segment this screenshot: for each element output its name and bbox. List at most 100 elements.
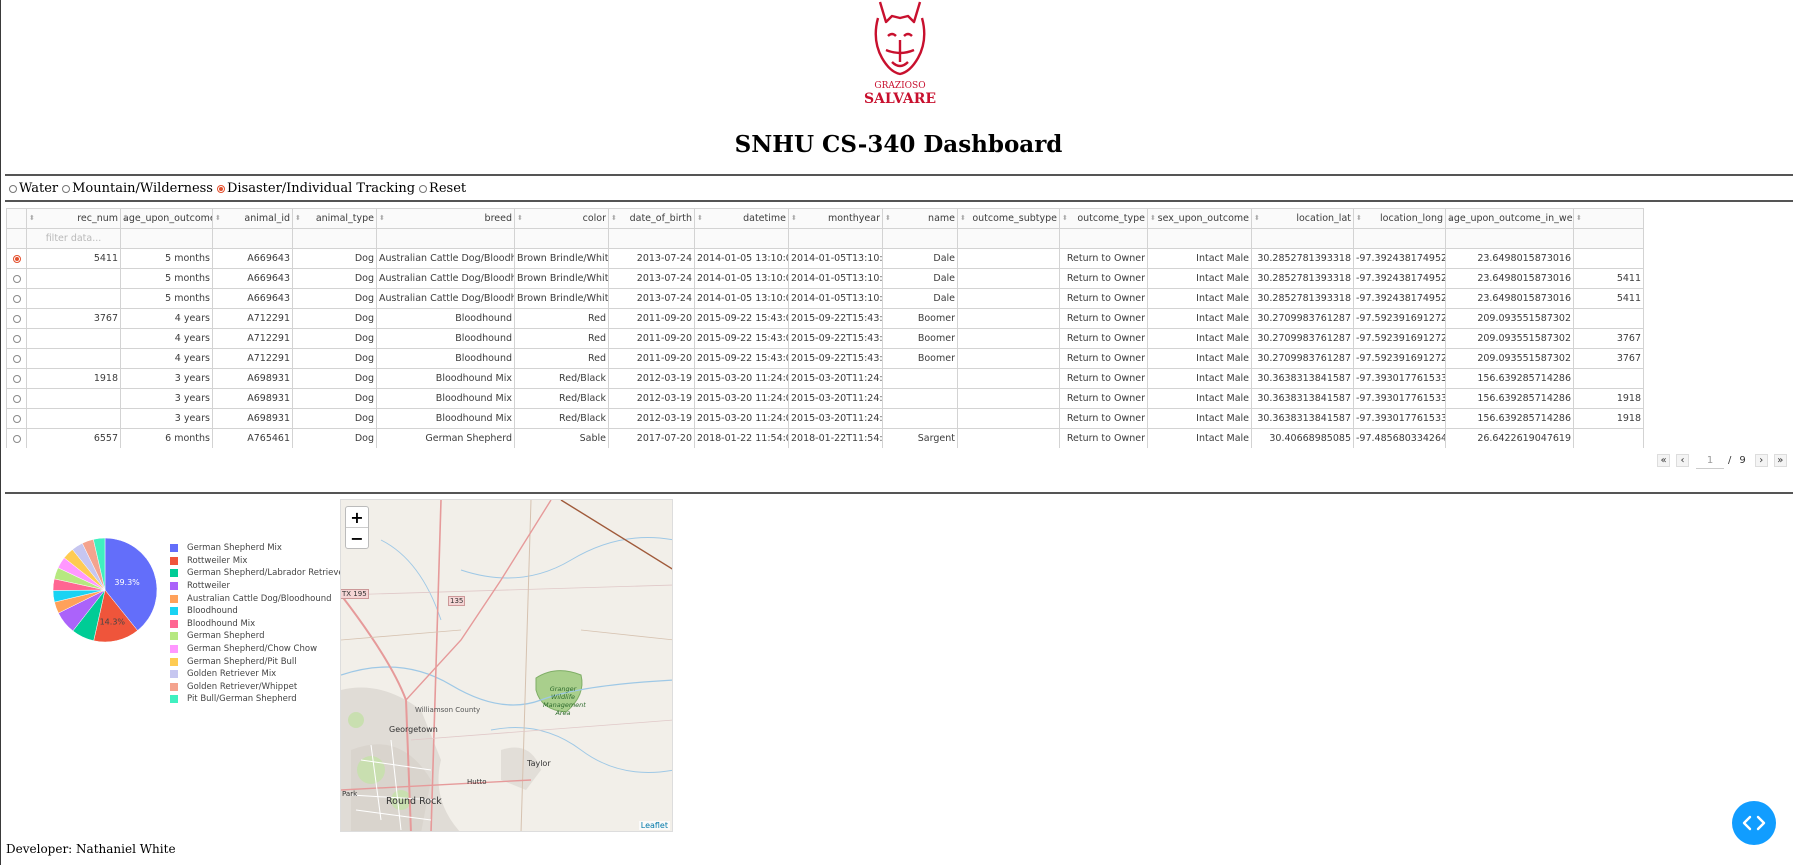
zoom-in-button[interactable]: + [346, 507, 368, 528]
table-cell[interactable]: Dog [292, 348, 377, 369]
column-header[interactable]: ⬍ location_long [1353, 208, 1446, 229]
table-cell[interactable]: Return to Owner [1059, 288, 1148, 309]
table-cell[interactable]: Dog [292, 248, 377, 269]
column-header[interactable]: ⬍ animal_id [212, 208, 293, 229]
filter-option-3[interactable]: Reset [419, 181, 466, 196]
table-cell[interactable]: 2015-09-22 15:43:00 [694, 308, 789, 329]
table-cell[interactable]: Intact Male [1147, 328, 1252, 349]
column-header[interactable]: ⬍ name [882, 208, 958, 229]
table-cell[interactable]: Intact Male [1147, 348, 1252, 369]
table-cell[interactable]: 2015-03-20 11:24:00 [694, 408, 789, 429]
filter-option-2[interactable]: Disaster/Individual Tracking [216, 181, 415, 196]
table-cell[interactable]: Red/Black [514, 368, 609, 389]
column-header[interactable]: ⬍ outcome_subtype [957, 208, 1060, 229]
table-cell[interactable]: 5411 [26, 248, 121, 269]
table-cell[interactable] [1573, 368, 1644, 389]
table-row[interactable]: 3767 4 years A712291 Dog Bloodhound Red 2011-0… [6, 308, 1644, 329]
table-cell[interactable]: 2015-09-22T15:43:00 [788, 348, 883, 369]
table-cell[interactable]: Red/Black [514, 388, 609, 409]
column-filter-input[interactable] [694, 228, 789, 249]
table-cell[interactable]: Return to Owner [1059, 328, 1148, 349]
sort-icon[interactable]: ⬍ [379, 214, 385, 222]
column-filter-input[interactable] [1445, 228, 1574, 249]
table-cell[interactable]: 1918 [1573, 388, 1644, 409]
table-cell[interactable] [1573, 248, 1644, 269]
table-cell[interactable] [957, 268, 1060, 289]
legend-item[interactable]: German Shepherd [170, 630, 347, 643]
table-cell[interactable]: Boomer [882, 328, 958, 349]
table-cell[interactable]: Red/Black [514, 408, 609, 429]
table-cell[interactable]: Dog [292, 428, 377, 448]
table-row[interactable]: 3 years A698931 Dog Bloodhound Mix Red/Black… [6, 388, 1644, 409]
sort-icon[interactable]: ⬍ [885, 214, 891, 222]
row-radio-button[interactable] [12, 314, 21, 323]
table-cell[interactable]: -97.3924381749523 [1353, 268, 1446, 289]
sort-icon[interactable]: ⬍ [791, 214, 797, 222]
table-cell[interactable]: Bloodhound [376, 308, 515, 329]
table-cell[interactable]: -97.3924381749523 [1353, 248, 1446, 269]
table-cell[interactable]: 5411 [1573, 268, 1644, 289]
table-cell[interactable]: 2012-03-19 [608, 388, 695, 409]
table-cell[interactable]: 2014-01-05 13:10:00 [694, 288, 789, 309]
table-cell[interactable]: 4 years [120, 328, 213, 349]
table-cell[interactable]: 3 years [120, 388, 213, 409]
table-cell[interactable]: 4 years [120, 348, 213, 369]
table-cell[interactable]: 2017-07-20 [608, 428, 695, 448]
table-cell[interactable]: Red [514, 308, 609, 329]
table-cell[interactable]: Australian Cattle Dog/Bloodhound [376, 248, 515, 269]
table-cell[interactable]: 2012-03-19 [608, 368, 695, 389]
table-cell[interactable]: 2014-01-05T13:10:00 [788, 248, 883, 269]
table-cell[interactable]: Bloodhound Mix [376, 368, 515, 389]
table-cell[interactable]: Dale [882, 248, 958, 269]
table-cell[interactable]: 6 months [120, 428, 213, 448]
row-select-cell[interactable] [6, 428, 27, 448]
table-row[interactable]: 1918 3 years A698931 Dog Bloodhound Mix Red/B… [6, 368, 1644, 389]
geolocation-map[interactable]: TX 195 135 Williamson County Granger Wil… [340, 499, 673, 832]
table-cell[interactable]: Boomer [882, 348, 958, 369]
table-cell[interactable]: 2015-03-20 11:24:00 [694, 368, 789, 389]
table-cell[interactable]: Australian Cattle Dog/Bloodhound [376, 268, 515, 289]
row-select-cell[interactable] [6, 328, 27, 349]
table-cell[interactable]: Return to Owner [1059, 268, 1148, 289]
table-row[interactable]: 6557 6 months A765461 Dog German Shepherd Sab… [6, 428, 1644, 448]
table-cell[interactable]: Dog [292, 368, 377, 389]
table-cell[interactable]: 2018-01-22T11:54:00 [788, 428, 883, 448]
table-cell[interactable]: 2013-07-24 [608, 248, 695, 269]
table-cell[interactable]: -97.3924381749523 [1353, 288, 1446, 309]
table-cell[interactable]: Intact Male [1147, 408, 1252, 429]
sort-icon[interactable]: ⬍ [1254, 214, 1260, 222]
previous-page-button[interactable]: ‹ [1676, 454, 1689, 467]
table-cell[interactable]: A712291 [212, 348, 293, 369]
legend-item[interactable]: German Shepherd Mix [170, 542, 347, 555]
row-radio-button[interactable] [12, 414, 21, 423]
table-row[interactable]: 3 years A698931 Dog Bloodhound Mix Red/Black… [6, 408, 1644, 429]
column-header[interactable]: ⬍ animal_type [292, 208, 377, 229]
table-cell[interactable]: 5411 [1573, 288, 1644, 309]
table-cell[interactable]: 156.639285714286 [1445, 388, 1574, 409]
legend-item[interactable]: German Shepherd/Pit Bull [170, 655, 347, 668]
row-select-cell[interactable] [6, 388, 27, 409]
table-cell[interactable]: Return to Owner [1059, 408, 1148, 429]
row-select-cell[interactable] [6, 308, 27, 329]
table-cell[interactable]: 5 months [120, 288, 213, 309]
table-cell[interactable]: 3 years [120, 368, 213, 389]
table-cell[interactable]: 5 months [120, 248, 213, 269]
table-cell[interactable]: Dale [882, 268, 958, 289]
table-cell[interactable]: 6557 [26, 428, 121, 448]
table-cell[interactable] [1573, 428, 1644, 448]
radio-button[interactable] [419, 184, 428, 193]
table-cell[interactable]: A698931 [212, 368, 293, 389]
table-cell[interactable]: -97.5923916912722 [1353, 308, 1446, 329]
table-cell[interactable]: Dog [292, 388, 377, 409]
table-cell[interactable]: A669643 [212, 248, 293, 269]
column-filter-input[interactable] [1059, 228, 1148, 249]
table-cell[interactable]: Return to Owner [1059, 428, 1148, 448]
table-cell[interactable]: 1918 [1573, 408, 1644, 429]
table-cell[interactable]: 30.40668985085 [1251, 428, 1354, 448]
table-cell[interactable]: 3767 [1573, 348, 1644, 369]
table-cell[interactable]: 1918 [26, 368, 121, 389]
table-cell[interactable]: Australian Cattle Dog/Bloodhound [376, 288, 515, 309]
legend-item[interactable]: Australian Cattle Dog/Bloodhound [170, 592, 347, 605]
row-radio-button[interactable] [12, 394, 21, 403]
sort-icon[interactable]: ⬍ [295, 214, 301, 222]
